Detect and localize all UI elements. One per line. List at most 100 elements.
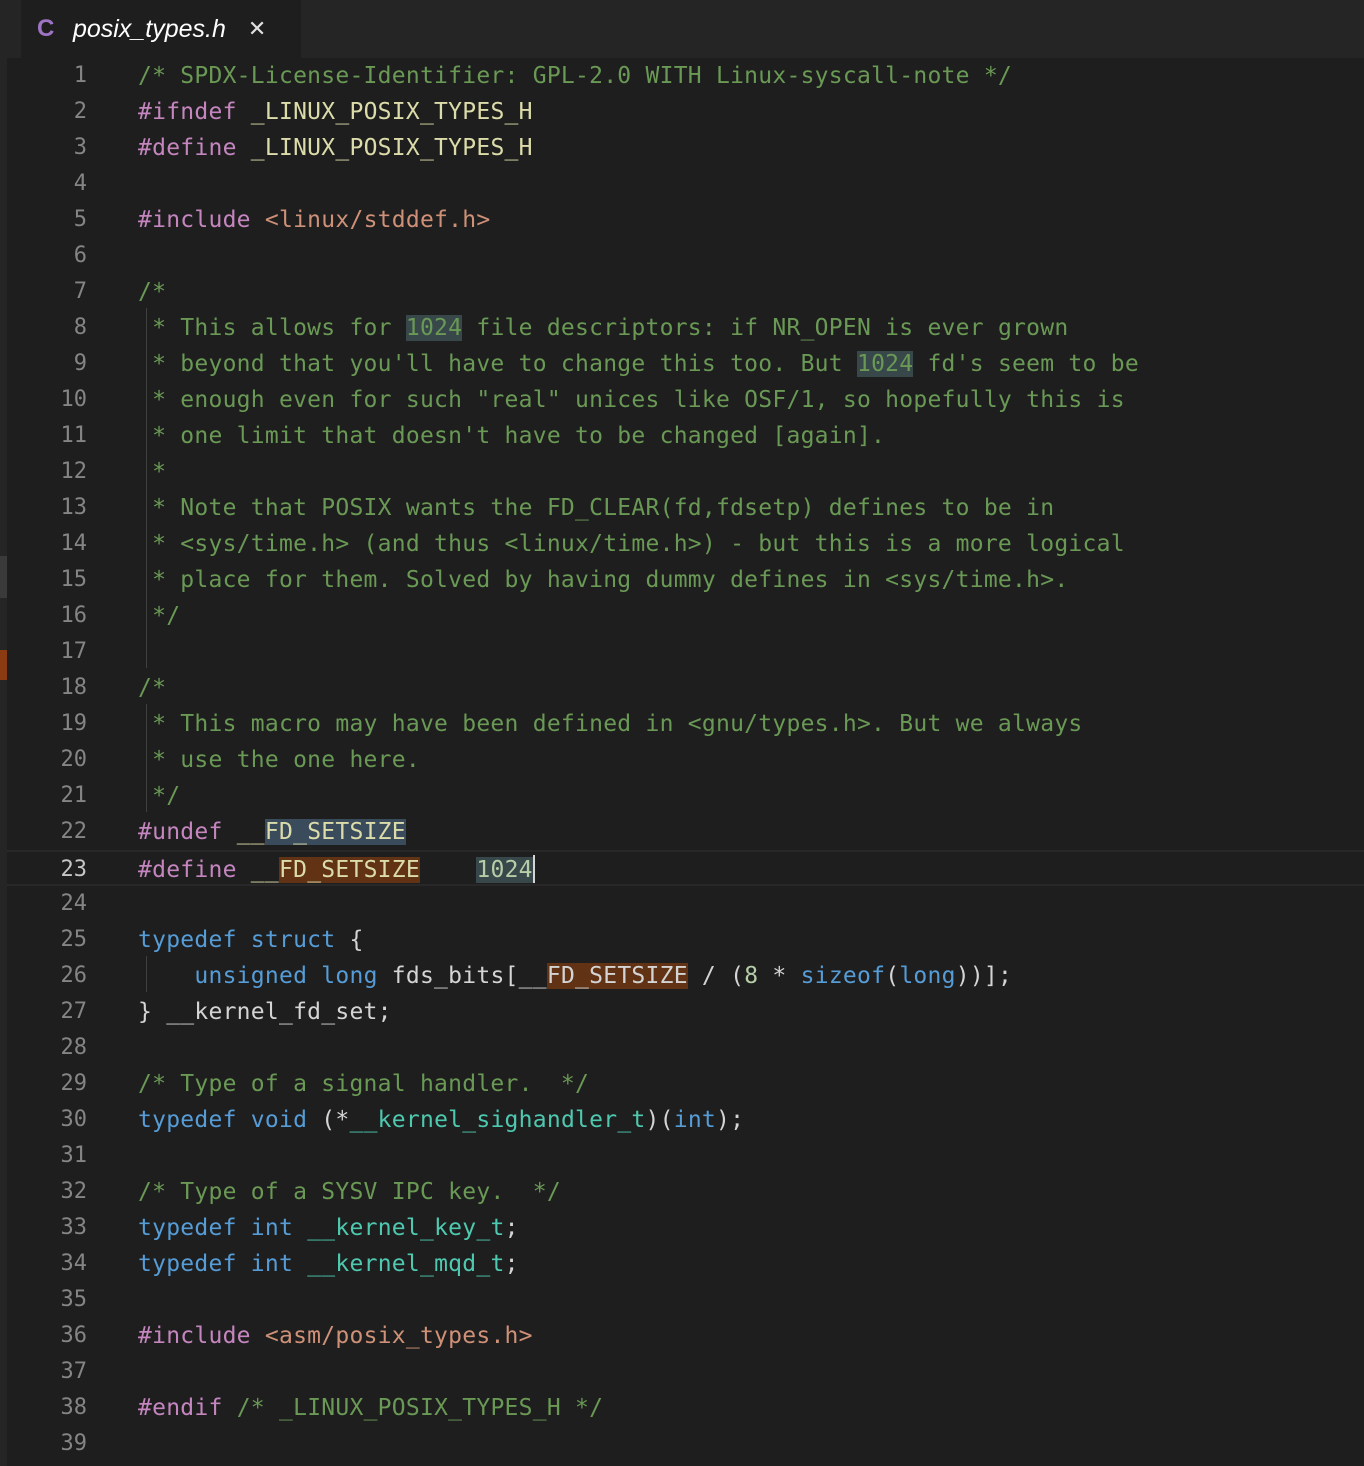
code-token: FD_SETSIZE: [279, 857, 420, 883]
code-text: #define _LINUX_POSIX_TYPES_H: [138, 130, 533, 166]
code-text: */: [138, 778, 180, 814]
code-line[interactable]: 10 * enough even for such "real" unices …: [7, 382, 1364, 418]
code-line[interactable]: 39: [7, 1426, 1364, 1462]
activity-strip: [0, 0, 7, 1466]
code-text: /* Type of a SYSV IPC key. */: [138, 1174, 561, 1210]
code-line[interactable]: 8 * This allows for 1024 file descriptor…: [7, 310, 1364, 346]
code-line[interactable]: 28: [7, 1030, 1364, 1066]
code-line[interactable]: 18 /*: [7, 670, 1364, 706]
code-line[interactable]: 38 #endif /* _LINUX_POSIX_TYPES_H */: [7, 1390, 1364, 1426]
code-text: * enough even for such "real" unices lik…: [138, 382, 1125, 418]
line-number: 1: [73, 63, 87, 88]
code-line[interactable]: 26 unsigned long fds_bits[__FD_SETSIZE /…: [7, 958, 1364, 994]
code-line[interactable]: 23 #define __FD_SETSIZE 1024: [7, 850, 1364, 886]
code-token: /* SPDX-License-Identifier: GPL-2.0 WITH…: [138, 63, 1013, 89]
line-number: 20: [60, 747, 88, 772]
line-number: 26: [60, 963, 88, 988]
line-number: 33: [60, 1215, 88, 1240]
code-line[interactable]: 22 #undef __FD_SETSIZE: [7, 814, 1364, 850]
code-line[interactable]: 36 #include <asm/posix_types.h>: [7, 1318, 1364, 1354]
code-token: 1024: [856, 351, 914, 377]
code-line[interactable]: 6: [7, 238, 1364, 274]
code-line[interactable]: 29 /* Type of a signal handler. */: [7, 1066, 1364, 1102]
code-line[interactable]: 14 * <sys/time.h> (and thus <linux/time.…: [7, 526, 1364, 562]
code-line[interactable]: 2 #ifndef _LINUX_POSIX_TYPES_H: [7, 94, 1364, 130]
code-text: typedef int __kernel_mqd_t;: [138, 1246, 519, 1282]
code-token: #ifndef: [138, 99, 237, 125]
code-line[interactable]: 19 * This macro may have been defined in…: [7, 706, 1364, 742]
code-text: * Note that POSIX wants the FD_CLEAR(fd,…: [138, 490, 1054, 526]
code-token: #endif: [138, 1395, 223, 1421]
code-line[interactable]: 11 * one limit that doesn't have to be c…: [7, 418, 1364, 454]
line-number: 37: [60, 1359, 88, 1384]
code-token: file descriptors: if NR_OPEN is ever gro…: [462, 315, 1069, 341]
code-line[interactable]: 33 typedef int __kernel_key_t;: [7, 1210, 1364, 1246]
code-line[interactable]: 4: [7, 166, 1364, 202]
code-line[interactable]: 35: [7, 1282, 1364, 1318]
code-line[interactable]: 13 * Note that POSIX wants the FD_CLEAR(…: [7, 490, 1364, 526]
code-token: #include: [138, 207, 251, 233]
code-line[interactable]: 17: [7, 634, 1364, 670]
code-token: {: [335, 927, 364, 953]
code-line[interactable]: 25 typedef struct {: [7, 922, 1364, 958]
line-number: 10: [60, 387, 88, 412]
code-token: * <sys/time.h> (and thus <linux/time.h>)…: [138, 531, 1125, 557]
code-token: )(: [645, 1107, 674, 1133]
code-line[interactable]: 15 * place for them. Solved by having du…: [7, 562, 1364, 598]
code-line[interactable]: 37: [7, 1354, 1364, 1390]
code-token: 1024: [476, 857, 533, 883]
line-number: 2: [73, 99, 87, 124]
strip-marker: [0, 650, 7, 680]
code-line[interactable]: 30 typedef void (*__kernel_sighandler_t)(…: [7, 1102, 1364, 1138]
code-line[interactable]: 34 typedef int __kernel_mqd_t;: [7, 1246, 1364, 1282]
code-line[interactable]: 31: [7, 1138, 1364, 1174]
code-line[interactable]: 5 #include <linux/stddef.h>: [7, 202, 1364, 238]
code-token: <asm/posix_types.h>: [264, 1323, 533, 1349]
line-number: 13: [60, 495, 88, 520]
line-number: 12: [60, 459, 88, 484]
code-line[interactable]: 9 * beyond that you'll have to change th…: [7, 346, 1364, 382]
code-editor[interactable]: 1 /* SPDX-License-Identifier: GPL-2.0 WIT…: [7, 58, 1364, 1466]
code-token: #include: [138, 1323, 251, 1349]
code-line[interactable]: 1 /* SPDX-License-Identifier: GPL-2.0 WIT…: [7, 58, 1364, 94]
code-token: FD_SETSIZE: [546, 963, 688, 989]
code-line[interactable]: 16 */: [7, 598, 1364, 634]
code-token: ))];: [955, 963, 1013, 989]
close-icon[interactable]: ✕: [248, 17, 266, 42]
line-number: 18: [60, 675, 88, 700]
code-text: * one limit that doesn't have to be chan…: [138, 418, 885, 454]
code-line[interactable]: 20 * use the one here.: [7, 742, 1364, 778]
code-token: #undef: [138, 819, 223, 845]
code-line[interactable]: 21 */: [7, 778, 1364, 814]
text-cursor: [532, 854, 535, 883]
code-line[interactable]: 24: [7, 886, 1364, 922]
code-text: /*: [138, 670, 166, 706]
code-text: /* SPDX-License-Identifier: GPL-2.0 WITH…: [138, 58, 1012, 94]
code-line[interactable]: 12 *: [7, 454, 1364, 490]
code-token: * enough even for such "real" unices lik…: [138, 387, 1125, 413]
code-line[interactable]: 32 /* Type of a SYSV IPC key. */: [7, 1174, 1364, 1210]
tab-posix-types[interactable]: C posix_types.h ✕: [21, 0, 301, 58]
code-line[interactable]: 27} __kernel_fd_set;: [7, 994, 1364, 1030]
code-token: *: [758, 963, 801, 989]
code-line[interactable]: 7 /*: [7, 274, 1364, 310]
code-token: * one limit that doesn't have to be chan…: [138, 423, 886, 449]
code-token: typedef: [138, 1251, 237, 1277]
line-number: 24: [60, 891, 88, 916]
code-token: FD_SETSIZE: [264, 819, 406, 845]
code-token: /*: [138, 675, 167, 701]
code-token: */: [138, 783, 181, 809]
code-text: *: [138, 454, 166, 490]
code-token: <linux/stddef.h>: [264, 207, 491, 233]
code-token: / (: [687, 963, 745, 989]
code-token: * place for them. Solved by having dummy…: [138, 567, 1069, 593]
line-number: 28: [60, 1035, 88, 1060]
code-token: } __kernel_fd_set;: [138, 999, 392, 1025]
code-line[interactable]: 3 #define _LINUX_POSIX_TYPES_H: [7, 130, 1364, 166]
